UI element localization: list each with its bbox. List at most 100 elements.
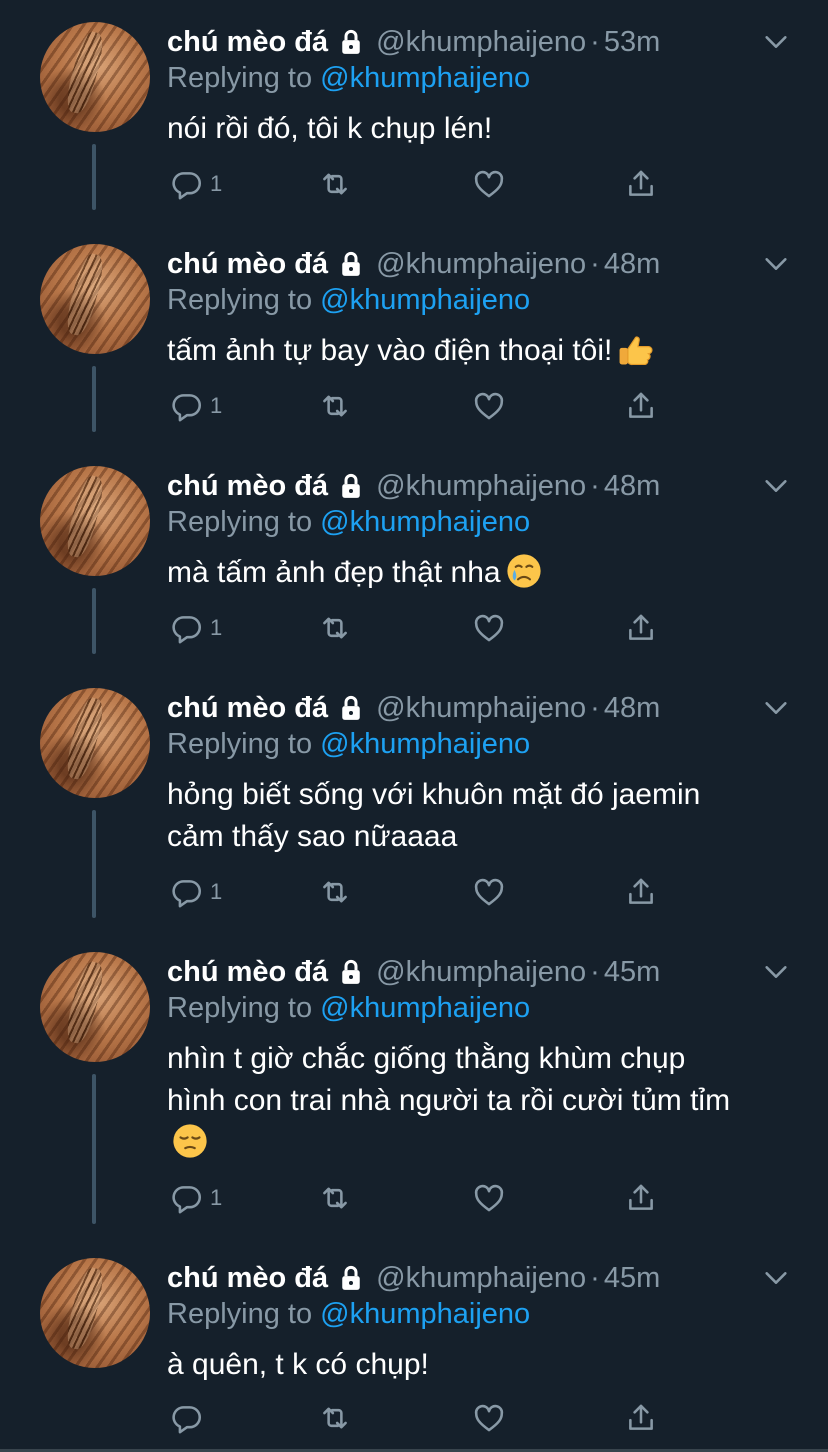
tweet-actions [170, 1401, 690, 1441]
tweet-text: mà tấm ảnh đẹp thật nha [167, 552, 787, 594]
reply-count: 1 [210, 615, 223, 640]
share-icon [629, 878, 653, 904]
heart-icon [474, 878, 504, 906]
share-button[interactable] [624, 611, 658, 645]
tweet[interactable]: chú mèo đá @khumphaijeno · 48m Replying to @… [0, 444, 828, 666]
replying-to-label: Replying to [167, 992, 313, 1024]
reply-button[interactable]: 1 [170, 875, 222, 909]
like-button[interactable] [472, 611, 506, 645]
display-name: chú mèo đá [167, 469, 329, 502]
retweet-icon [323, 395, 347, 417]
replying-to: Replying to @khumphaijeno [167, 728, 530, 761]
separator-dot: · [590, 25, 600, 58]
tweet-actions: 1 [170, 1181, 690, 1221]
replying-to: Replying to @khumphaijeno [167, 506, 530, 539]
tweet-text-line: hình con trai nhà người ta rồi cười tủm … [167, 1084, 731, 1117]
tweet[interactable]: chú mèo đá @khumphaijeno · 48m Replying to @… [0, 222, 828, 444]
retweet-button[interactable] [318, 389, 352, 423]
lock-icon [342, 473, 360, 498]
retweet-button[interactable] [318, 1401, 352, 1435]
replying-to: Replying to @khumphaijeno [167, 284, 530, 317]
chevron-down-icon[interactable] [762, 28, 790, 56]
separator-dot: · [590, 1261, 600, 1294]
share-button[interactable] [624, 1181, 658, 1215]
reply-button[interactable]: 1 [170, 167, 222, 201]
timestamp: 45m [603, 955, 661, 988]
retweet-icon [323, 1407, 347, 1429]
mention-link[interactable]: @khumphaijeno [320, 992, 530, 1024]
chevron-down-icon[interactable] [762, 958, 790, 986]
share-icon [629, 614, 653, 640]
retweet-button[interactable] [318, 875, 352, 909]
timestamp: 48m [603, 469, 661, 502]
mention-link[interactable]: @khumphaijeno [320, 1298, 530, 1330]
chevron-down-icon[interactable] [762, 1264, 790, 1292]
tweet-text: nhìn t giờ chắc giống thằng khùm chụp hìn… [167, 1038, 787, 1164]
retweet-icon [323, 173, 347, 195]
lock-icon [342, 1265, 360, 1290]
like-button[interactable] [472, 875, 506, 909]
retweet-icon [323, 1187, 347, 1209]
avatar[interactable] [40, 952, 150, 1062]
replying-to-label: Replying to [167, 62, 313, 94]
reply-count: 1 [210, 879, 223, 904]
reply-icon [172, 1186, 202, 1214]
chevron-down-icon[interactable] [762, 250, 790, 278]
display-name: chú mèo đá [167, 1261, 329, 1294]
like-button[interactable] [472, 1401, 506, 1435]
tweet-text: nói rồi đó, tôi k chụp lén! [167, 108, 787, 150]
share-button[interactable] [624, 389, 658, 423]
avatar[interactable] [40, 1258, 150, 1368]
tweet[interactable]: chú mèo đá @khumphaijeno · 48m Replying to @… [0, 666, 828, 930]
avatar[interactable] [40, 688, 150, 798]
tweet-thread: chú mèo đá @khumphaijeno · 53m Replying to @… [0, 0, 828, 1452]
tweet[interactable]: chú mèo đá @khumphaijeno · 45m Replying to @… [0, 930, 828, 1236]
lock-icon [342, 959, 360, 984]
tweet-header: chú mèo đá @khumphaijeno · 48m [167, 466, 660, 506]
tweet-text: hỏng biết sống với khuôn mặt đó jaemin cả… [167, 774, 787, 858]
reply-icon [172, 616, 202, 644]
share-icon [629, 170, 653, 196]
tweet-header: chú mèo đá @khumphaijeno · 45m [167, 952, 660, 992]
tweet-header: chú mèo đá @khumphaijeno · 48m [167, 244, 660, 284]
reply-button[interactable] [170, 1401, 210, 1435]
mention-link[interactable]: @khumphaijeno [320, 506, 530, 538]
tweet-text: à quên, t k có chụp! [167, 1344, 787, 1386]
avatar[interactable] [40, 466, 150, 576]
retweet-button[interactable] [318, 1181, 352, 1215]
timestamp: 48m [603, 691, 661, 724]
replying-to-label: Replying to [167, 728, 313, 760]
avatar[interactable] [40, 244, 150, 354]
avatar[interactable] [40, 22, 150, 132]
chevron-down-icon[interactable] [762, 694, 790, 722]
tweet[interactable]: chú mèo đá @khumphaijeno · 53m Replying to @… [0, 0, 828, 222]
mention-link[interactable]: @khumphaijeno [320, 62, 530, 94]
heart-icon [474, 614, 504, 642]
like-button[interactable] [472, 167, 506, 201]
reply-button[interactable]: 1 [170, 1181, 222, 1215]
share-button[interactable] [624, 875, 658, 909]
share-button[interactable] [624, 1401, 658, 1435]
tweet-actions: 1 [170, 167, 690, 207]
reply-button[interactable]: 1 [170, 611, 222, 645]
user-handle: @khumphaijeno [376, 955, 587, 988]
reply-icon [172, 172, 202, 200]
replying-to-label: Replying to [167, 284, 313, 316]
tweet-actions: 1 [170, 611, 690, 651]
tweet-actions: 1 [170, 389, 690, 429]
share-icon [629, 392, 653, 418]
tweet[interactable]: chú mèo đá @khumphaijeno · 45m Replying to @… [0, 1236, 828, 1452]
retweet-button[interactable] [318, 167, 352, 201]
share-button[interactable] [624, 167, 658, 201]
retweet-button[interactable] [318, 611, 352, 645]
like-button[interactable] [472, 1181, 506, 1215]
reply-button[interactable]: 1 [170, 389, 222, 423]
like-button[interactable] [472, 389, 506, 423]
mention-link[interactable]: @khumphaijeno [320, 284, 530, 316]
mention-link[interactable]: @khumphaijeno [320, 728, 530, 760]
retweet-icon [323, 617, 347, 639]
heart-icon [474, 392, 504, 420]
user-handle: @khumphaijeno [376, 25, 587, 58]
chevron-down-icon[interactable] [762, 472, 790, 500]
tweet-text-line: cảm thấy sao nữaaaa [167, 820, 458, 853]
